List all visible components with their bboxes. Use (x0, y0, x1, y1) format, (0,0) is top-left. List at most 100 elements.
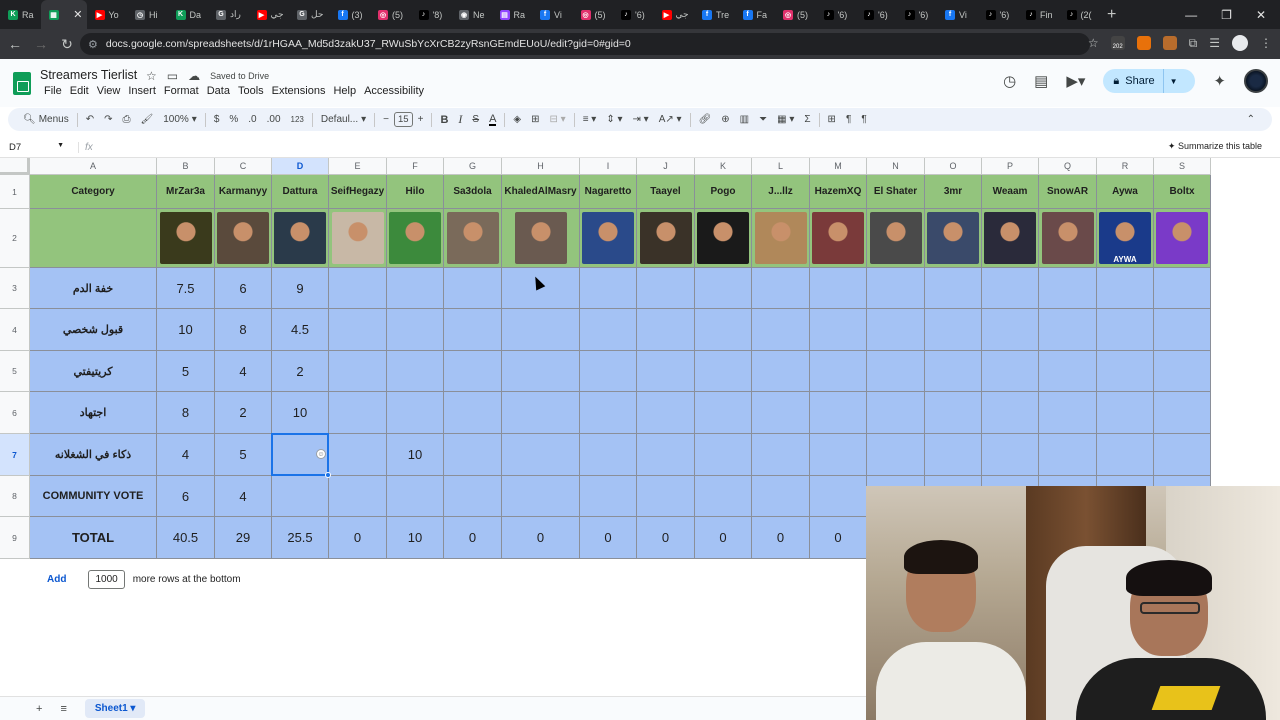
score-cell[interactable] (387, 351, 444, 392)
score-cell[interactable] (444, 434, 502, 476)
streamer-name-cell[interactable]: MrZar3a (157, 175, 215, 209)
browser-tab[interactable]: ♪ '6) (897, 0, 938, 29)
score-cell[interactable]: 40.5 (157, 517, 215, 559)
score-cell[interactable] (1097, 309, 1154, 351)
column-header-r[interactable]: R (1097, 158, 1154, 175)
streamer-name-cell[interactable]: HazemXQ (810, 175, 867, 209)
column-header-q[interactable]: Q (1039, 158, 1097, 175)
row-label-cell[interactable]: قبول شخصي (30, 309, 157, 351)
streamer-photo-cell[interactable] (867, 209, 925, 268)
column-header-s[interactable]: S (1154, 158, 1211, 175)
score-cell[interactable] (752, 392, 810, 434)
score-cell[interactable] (1039, 309, 1097, 351)
column-header-j[interactable]: J (637, 158, 695, 175)
menu-tools[interactable]: Tools (234, 85, 268, 97)
extension-icon[interactable]: 202 (1110, 36, 1125, 50)
row-header-4[interactable]: 4 (0, 309, 30, 351)
menu-extensions[interactable]: Extensions (268, 85, 330, 97)
score-cell[interactable]: 4 (215, 476, 272, 517)
score-cell[interactable]: 10 (157, 309, 215, 351)
score-cell[interactable] (444, 351, 502, 392)
streamer-photo-cell[interactable] (329, 209, 387, 268)
bookmark-star-icon[interactable]: ☆ (1088, 36, 1099, 50)
score-cell[interactable] (810, 476, 867, 517)
score-cell[interactable] (1039, 351, 1097, 392)
streamer-name-cell[interactable]: 3mr (925, 175, 982, 209)
browser-tab[interactable]: f Fa (735, 0, 776, 29)
add-sheet-icon[interactable]: + (36, 703, 42, 715)
streamer-photo-cell[interactable] (637, 209, 695, 268)
menu-insert[interactable]: Insert (124, 85, 160, 97)
score-cell[interactable] (810, 309, 867, 351)
score-cell[interactable] (1154, 392, 1211, 434)
score-cell[interactable] (752, 268, 810, 309)
score-cell[interactable] (867, 268, 925, 309)
streamer-name-cell[interactable]: Weaam (982, 175, 1039, 209)
score-cell[interactable] (1039, 434, 1097, 476)
score-cell[interactable] (502, 268, 580, 309)
score-cell[interactable] (637, 434, 695, 476)
streamer-photo-cell[interactable] (1039, 209, 1097, 268)
score-cell[interactable] (925, 434, 982, 476)
filter-icon[interactable]: ⏷ (754, 114, 772, 125)
text-wrap-icon[interactable]: ⇥ ▾ (628, 114, 654, 125)
filter-views-icon[interactable]: ▦ ▾ (772, 114, 799, 125)
score-cell[interactable]: 0 (444, 517, 502, 559)
score-cell[interactable] (580, 434, 637, 476)
column-header-a[interactable]: A (30, 158, 157, 175)
address-bar[interactable]: ⚙ docs.google.com/spreadsheets/d/1rHGAA_… (80, 33, 1090, 55)
menu-format[interactable]: Format (160, 85, 203, 97)
browser-tab[interactable]: G راد (208, 0, 249, 29)
score-cell[interactable] (637, 351, 695, 392)
score-cell[interactable] (925, 392, 982, 434)
vertical-align-icon[interactable]: ⇕ ▾ (601, 114, 627, 125)
column-header-d[interactable]: D (272, 158, 329, 175)
functions-icon[interactable]: Σ (799, 114, 815, 125)
streamer-name-cell[interactable]: SeifHegazy (329, 175, 387, 209)
row-header-9[interactable]: 9 (0, 517, 30, 559)
score-cell[interactable] (444, 476, 502, 517)
number-format-button[interactable]: 123 (286, 115, 309, 124)
score-cell[interactable] (695, 309, 752, 351)
print-icon[interactable]: ⎙ (118, 114, 136, 125)
row-label-cell[interactable]: اجتهاد (30, 392, 157, 434)
score-cell[interactable] (637, 268, 695, 309)
percent-format-button[interactable]: % (224, 114, 243, 125)
document-title[interactable]: Streamers Tierlist (40, 68, 137, 82)
column-header-k[interactable]: K (695, 158, 752, 175)
streamer-name-cell[interactable]: Dattura (272, 175, 329, 209)
score-cell[interactable]: 2 (272, 351, 329, 392)
browser-tab[interactable]: f Tre (694, 0, 735, 29)
bold-button[interactable]: B (435, 114, 453, 126)
streamer-name-cell[interactable]: Nagaretto (580, 175, 637, 209)
share-dropdown-icon[interactable]: ▼ (1164, 77, 1184, 86)
streamer-photo-cell[interactable] (272, 209, 329, 268)
score-cell[interactable] (580, 309, 637, 351)
star-icon[interactable]: ☆ (146, 69, 157, 83)
sheet-tab-sheet1[interactable]: Sheet1 ▾ (84, 699, 146, 718)
browser-tab[interactable]: ◎ (5) (573, 0, 614, 29)
score-cell[interactable] (329, 476, 387, 517)
add-rows-count-input[interactable]: 1000 (88, 570, 125, 589)
score-cell[interactable] (502, 434, 580, 476)
back-icon[interactable]: ← (4, 36, 26, 52)
browser-tab[interactable]: ◎ (5) (775, 0, 816, 29)
score-cell[interactable]: 5 (215, 434, 272, 476)
streamer-photo-cell[interactable]: AYWA (1097, 209, 1154, 268)
score-cell[interactable]: 8 (157, 392, 215, 434)
restore-icon[interactable]: ❐ (1221, 8, 1232, 22)
column-header-e[interactable]: E (329, 158, 387, 175)
streamer-photo-cell[interactable] (157, 209, 215, 268)
score-cell[interactable] (1154, 309, 1211, 351)
currency-format-button[interactable]: $ (209, 114, 225, 125)
streamer-photo-cell[interactable] (444, 209, 502, 268)
site-info-icon[interactable]: ⚙ (88, 38, 98, 51)
name-box[interactable]: D7 ▼ (0, 142, 70, 153)
gemini-icon[interactable]: ✦ (1213, 72, 1226, 90)
increase-decimal-button[interactable]: .00 (262, 114, 286, 125)
browser-tab[interactable]: ▤ Ra (492, 0, 533, 29)
score-cell[interactable]: 8 (215, 309, 272, 351)
row-label-cell[interactable]: COMMUNITY VOTE (30, 476, 157, 517)
row-header-1[interactable]: 1 (0, 175, 30, 209)
score-cell[interactable]: 25.5 (272, 517, 329, 559)
